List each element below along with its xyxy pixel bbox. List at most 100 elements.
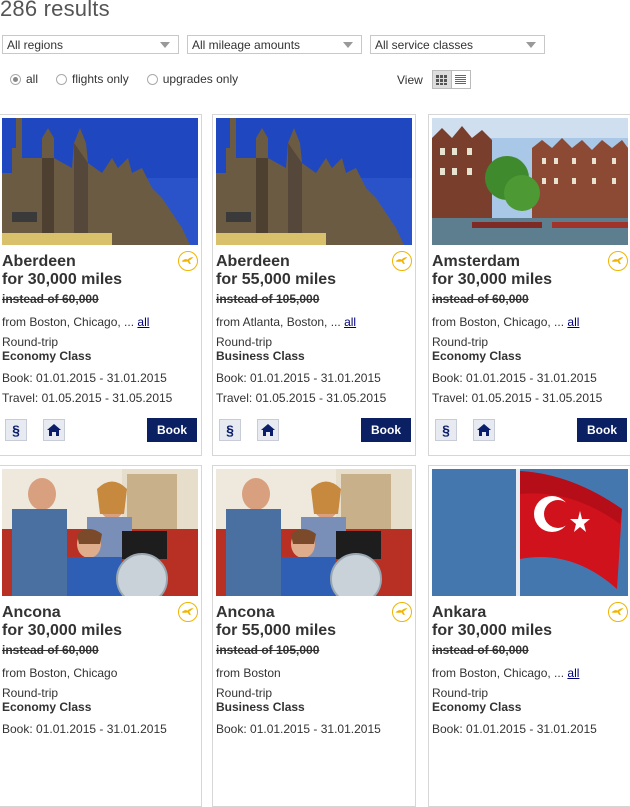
filter-bar: All regions All mileage amounts All serv…	[2, 35, 553, 54]
chevron-down-icon	[343, 42, 353, 48]
departure-text: from Boston, Chicago, ...	[432, 666, 565, 680]
destination-photo[interactable]	[432, 118, 628, 245]
miles-price: for 55,000 miles	[216, 622, 337, 639]
miles-price: for 55,000 miles	[216, 271, 337, 288]
airline-crane-icon	[392, 602, 412, 622]
booking-period: Book: 01.01.2015 - 31.01.2015	[216, 371, 381, 385]
radio-circle[interactable]	[146, 73, 158, 85]
all-cities-link[interactable]: all	[137, 315, 149, 329]
view-label: View	[397, 72, 423, 87]
list-view-button[interactable]	[450, 70, 471, 89]
trip-type: Round-trip	[216, 686, 273, 700]
terms-section-icon[interactable]: §	[435, 419, 457, 441]
original-miles: instead of 60,000	[2, 643, 99, 657]
miles-price: for 30,000 miles	[432, 271, 553, 288]
departure-text: from Boston, Chicago, ...	[2, 315, 135, 329]
offer-card[interactable]: Ankara for 30,000 miles instead of 60,00…	[428, 465, 630, 807]
home-icon[interactable]	[473, 419, 495, 441]
trip-type: Round-trip	[432, 686, 489, 700]
miles-price: for 30,000 miles	[2, 271, 123, 288]
service-class: Economy Class	[2, 349, 92, 363]
mileage-select[interactable]: All mileage amounts	[187, 35, 362, 54]
travel-period: Travel: 01.05.2015 - 31.05.2015	[432, 391, 603, 405]
destination-photo[interactable]	[2, 118, 198, 245]
offer-card[interactable]: Ancona for 55,000 miles instead of 105,0…	[212, 465, 416, 807]
radio-circle[interactable]	[10, 73, 21, 85]
mileage-select-value: All mileage amounts	[192, 38, 301, 52]
offer-card[interactable]: Aberdeen for 30,000 miles instead of 60,…	[0, 114, 202, 456]
departure-cities: from Boston	[216, 666, 281, 680]
departure-text: from Atlanta, Boston, ...	[216, 315, 341, 329]
trip-type: Round-trip	[2, 686, 59, 700]
book-button[interactable]: Book	[577, 418, 627, 442]
departure-text: from Boston, Chicago	[2, 666, 118, 680]
all-cities-link[interactable]: all	[344, 315, 356, 329]
offer-card[interactable]: Aberdeen for 55,000 miles instead of 105…	[212, 114, 416, 456]
airline-crane-icon	[178, 251, 198, 271]
departure-cities: from Atlanta, Boston, ... all	[216, 315, 356, 329]
region-select-value: All regions	[7, 38, 64, 52]
destination-city[interactable]: Ancona	[216, 604, 275, 622]
booking-period: Book: 01.01.2015 - 31.01.2015	[2, 371, 167, 385]
departure-cities: from Boston, Chicago, ... all	[432, 315, 579, 329]
service-class-select-value: All service classes	[375, 38, 474, 52]
destination-photo[interactable]	[216, 469, 412, 596]
miles-price: for 30,000 miles	[2, 622, 123, 639]
chevron-down-icon	[526, 42, 536, 48]
service-class: Economy Class	[2, 700, 92, 714]
service-class: Business Class	[216, 349, 305, 363]
book-button[interactable]: Book	[147, 418, 197, 442]
destination-photo[interactable]	[2, 469, 198, 596]
booking-period: Book: 01.01.2015 - 31.01.2015	[432, 371, 597, 385]
radio-circle[interactable]	[56, 73, 68, 85]
radio-upgrades-label: upgrades only	[162, 72, 239, 86]
view-switcher: View	[397, 70, 471, 89]
destination-city[interactable]: Ankara	[432, 604, 486, 622]
destination-city[interactable]: Amsterdam	[432, 253, 520, 271]
departure-cities: from Boston, Chicago	[2, 666, 117, 680]
departure-text: from Boston	[216, 666, 281, 680]
original-miles: instead of 105,000	[216, 643, 320, 657]
grid-icon	[435, 74, 448, 85]
destination-photo[interactable]	[216, 118, 412, 245]
terms-section-icon[interactable]: §	[219, 419, 241, 441]
departure-cities: from Boston, Chicago, ... all	[2, 315, 149, 329]
offer-type-radios: all flights only upgrades only	[10, 72, 256, 86]
radio-upgrades-only[interactable]: upgrades only	[146, 72, 239, 86]
all-cities-link[interactable]: all	[567, 666, 579, 680]
region-select[interactable]: All regions	[2, 35, 179, 54]
trip-type: Round-trip	[216, 335, 273, 349]
destination-city[interactable]: Ancona	[2, 604, 61, 622]
departure-text: from Boston, Chicago, ...	[432, 315, 565, 329]
radio-all[interactable]: all	[10, 72, 38, 86]
service-class-select[interactable]: All service classes	[370, 35, 545, 54]
offer-card[interactable]: Amsterdam for 30,000 miles instead of 60…	[428, 114, 630, 456]
airline-crane-icon	[608, 602, 628, 622]
airline-crane-icon	[178, 602, 198, 622]
travel-period: Travel: 01.05.2015 - 31.05.2015	[216, 391, 387, 405]
destination-city[interactable]: Aberdeen	[2, 253, 76, 271]
book-button[interactable]: Book	[361, 418, 411, 442]
home-icon[interactable]	[257, 419, 279, 441]
home-icon[interactable]	[43, 419, 65, 441]
grid-view-button[interactable]	[431, 70, 452, 89]
radio-all-label: all	[26, 72, 39, 86]
original-miles: instead of 60,000	[432, 643, 529, 657]
all-cities-link[interactable]: all	[567, 315, 579, 329]
radio-flights-label: flights only	[72, 72, 129, 86]
airline-crane-icon	[392, 251, 412, 271]
radio-flights-only[interactable]: flights only	[56, 72, 129, 86]
departure-cities: from Boston, Chicago, ... all	[432, 666, 579, 680]
chevron-down-icon	[160, 42, 170, 48]
travel-period: Travel: 01.05.2015 - 31.05.2015	[2, 391, 173, 405]
terms-section-icon[interactable]: §	[5, 419, 27, 441]
offer-card[interactable]: Ancona for 30,000 miles instead of 60,00…	[0, 465, 202, 807]
results-count: 286 results	[0, 0, 110, 21]
destination-photo[interactable]	[432, 469, 628, 596]
trip-type: Round-trip	[2, 335, 59, 349]
service-class: Economy Class	[432, 700, 522, 714]
trip-type: Round-trip	[432, 335, 489, 349]
destination-city[interactable]: Aberdeen	[216, 253, 290, 271]
original-miles: instead of 60,000	[2, 292, 99, 306]
miles-price: for 30,000 miles	[432, 622, 553, 639]
